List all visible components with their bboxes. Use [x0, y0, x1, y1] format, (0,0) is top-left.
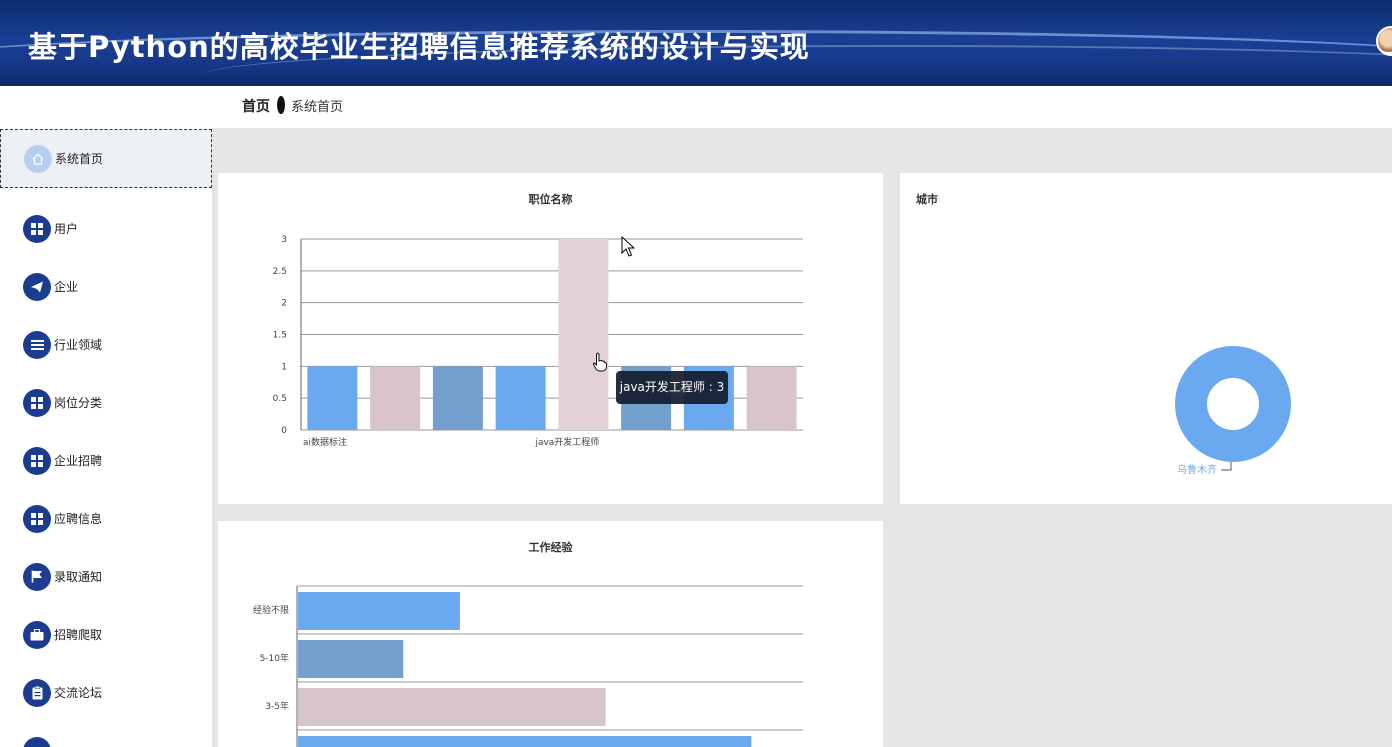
breadcrumb-current: 系统首页: [291, 100, 344, 115]
bar: [495, 366, 546, 430]
user-avatar[interactable]: [1376, 26, 1392, 56]
city-chart-panel: 城市 乌鲁木齐: [900, 173, 1392, 504]
flag-icon: [23, 563, 51, 591]
bar: [370, 366, 421, 430]
home-icon: [24, 145, 52, 173]
sidebar-item-industry[interactable]: 行业领域: [0, 316, 212, 374]
bar: [298, 736, 752, 747]
bar: [432, 366, 483, 430]
sidebar-item-label: 行业领域: [54, 338, 103, 352]
y-tick-label: 0: [281, 426, 287, 436]
grid-icon: [23, 505, 51, 533]
y-tick-label: 经验不限: [253, 604, 289, 616]
app-header: 基于Python的高校毕业生招聘信息推荐系统的设计与实现: [0, 0, 1392, 86]
y-tick-label: 1: [281, 362, 287, 372]
sidebar-item-offer[interactable]: 录取通知: [0, 548, 212, 606]
briefcase-icon: [23, 621, 51, 649]
list-icon: [23, 331, 51, 359]
hand-cursor-icon: [592, 352, 607, 372]
bar: [558, 239, 609, 430]
grid-icon: [23, 389, 51, 417]
job-title-chart-panel: 职位名称 0 0.5 1 1.5 2 2.5 3 ai数据标注 java开发工程师: [218, 173, 883, 504]
sidebar-item-label: 录取通知: [54, 570, 103, 584]
sidebar-item-label: 岗位分类: [54, 396, 103, 410]
y-tick-label: 3-5年: [265, 700, 289, 712]
breadcrumb-separator-icon: [277, 96, 285, 114]
x-tick-label: java开发工程师: [534, 436, 599, 448]
bar: [746, 366, 797, 430]
sidebar-item-label: 企业: [54, 280, 79, 294]
arrow-cursor-icon: [621, 236, 635, 257]
bar: [298, 688, 606, 726]
sidebar-item-company[interactable]: 企业: [0, 258, 212, 316]
sidebar-item-crawler[interactable]: 招聘爬取: [0, 606, 212, 664]
y-tick-label: 2: [281, 299, 287, 309]
sidebar-item-home[interactable]: 系统首页: [0, 129, 212, 188]
sidebar-item-recruitment[interactable]: 企业招聘: [0, 432, 212, 490]
chart-tooltip: java开发工程师 : 3: [616, 371, 728, 404]
sidebar-item-application[interactable]: 应聘信息: [0, 490, 212, 548]
sidebar-item-label: 交流论坛: [54, 686, 103, 700]
sidebar-item-label: 企业招聘: [54, 454, 103, 468]
y-tick-label: 1.5: [273, 331, 287, 341]
pie-slice: [1175, 346, 1291, 462]
sidebar-item-label: 系统首页: [55, 152, 104, 166]
x-tick-label: ai数据标注: [303, 436, 347, 448]
bar: [298, 592, 460, 630]
more-icon: [23, 737, 51, 747]
label-line: [1221, 462, 1232, 471]
sidebar-menu: 系统首页 用户 企业 行业领域 岗位分类 企业招聘 应聘信息 录取通知 招聘爬取…: [0, 128, 212, 747]
sidebar-item-job-category[interactable]: 岗位分类: [0, 374, 212, 432]
sidebar-item-label: 用户: [54, 222, 79, 236]
sidebar-item-forum[interactable]: 交流论坛: [0, 664, 212, 722]
sidebar-item-user[interactable]: 用户: [0, 200, 212, 258]
sidebar-item-more[interactable]: [0, 722, 212, 747]
sidebar-item-label: 应聘信息: [54, 512, 103, 526]
clipboard-icon: [23, 679, 51, 707]
city-pie-chart: 乌鲁木齐: [1175, 346, 1291, 476]
app-title: 基于Python的高校毕业生招聘信息推荐系统的设计与实现: [28, 30, 810, 64]
y-tick-label: 2.5: [273, 267, 287, 277]
breadcrumb: 首页 系统首页: [0, 86, 1392, 128]
grid-icon: [23, 215, 51, 243]
sidebar-item-label: 招聘爬取: [54, 628, 103, 642]
bar: [298, 640, 404, 678]
breadcrumb-home[interactable]: 首页: [242, 96, 270, 116]
y-tick-label: 3: [281, 235, 287, 245]
pie-label: 乌鲁木齐: [1177, 463, 1217, 476]
y-tick-label: 0.5: [273, 394, 287, 404]
job-title-bar-chart: 0 0.5 1 1.5 2 2.5 3 ai数据标注 java开发工程师: [273, 235, 803, 448]
y-tick-label: 5-10年: [260, 652, 289, 664]
grid-icon: [23, 447, 51, 475]
experience-bar-chart: 经验不限 5-10年 3-5年: [253, 585, 803, 747]
experience-chart-panel: 工作经验 经验不限 5-10年 3-5年: [218, 521, 883, 747]
paper-plane-icon: [23, 273, 51, 301]
bar: [307, 366, 358, 430]
